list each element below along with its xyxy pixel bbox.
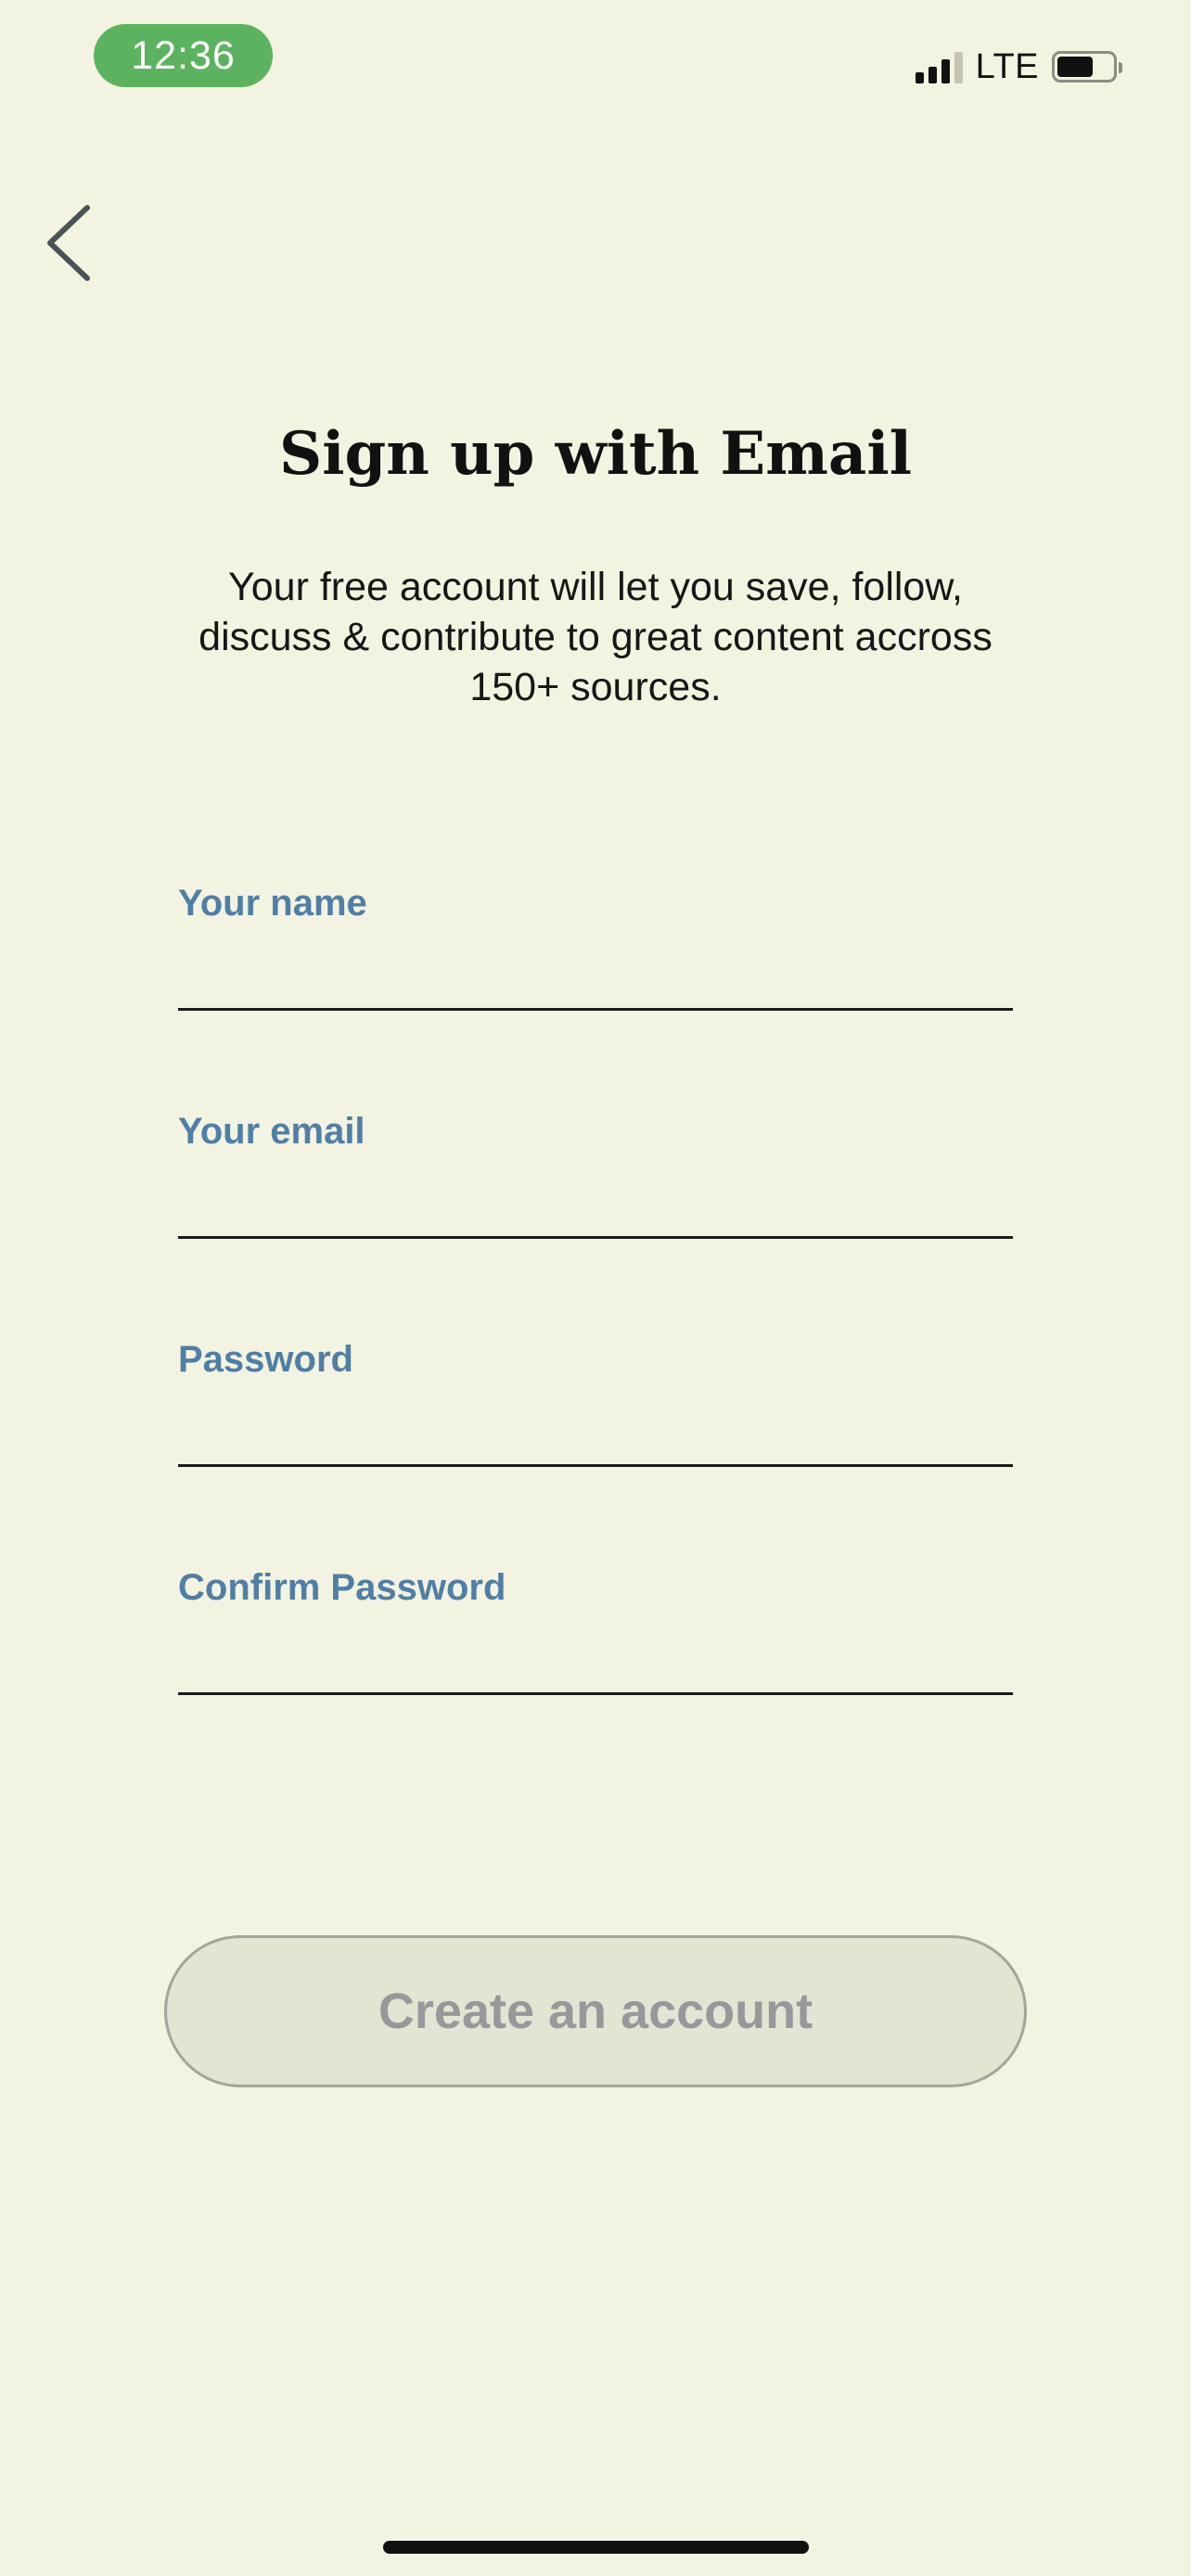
- battery-icon: [1052, 51, 1122, 83]
- confirm-password-label: Confirm Password: [178, 1567, 506, 1608]
- back-button[interactable]: [33, 197, 108, 289]
- email-field-group: Your email: [178, 1111, 1013, 1296]
- status-indicators: LTE: [915, 43, 1122, 91]
- home-indicator[interactable]: [383, 2541, 809, 2554]
- password-label: Password: [178, 1339, 353, 1380]
- confirm-password-field-group: Confirm Password: [178, 1567, 1013, 1753]
- cellular-signal-icon: [915, 50, 963, 83]
- chevron-left-icon: [47, 205, 90, 281]
- network-type: LTE: [975, 46, 1039, 86]
- password-input[interactable]: [178, 1409, 1013, 1467]
- name-input[interactable]: [178, 952, 1013, 1011]
- name-label: Your name: [178, 883, 367, 924]
- name-field-group: Your name: [178, 883, 1013, 1068]
- password-field-group: Password: [178, 1339, 1013, 1524]
- page-title: Sign up with Email: [278, 419, 913, 489]
- page-subtitle: Your free account will let you save, fol…: [198, 565, 992, 709]
- email-label: Your email: [178, 1111, 365, 1152]
- status-time: 12:36: [94, 24, 273, 87]
- create-account-button[interactable]: Create an account: [164, 1935, 1027, 2087]
- email-input[interactable]: [178, 1180, 1013, 1239]
- confirm-password-input[interactable]: [178, 1637, 1013, 1695]
